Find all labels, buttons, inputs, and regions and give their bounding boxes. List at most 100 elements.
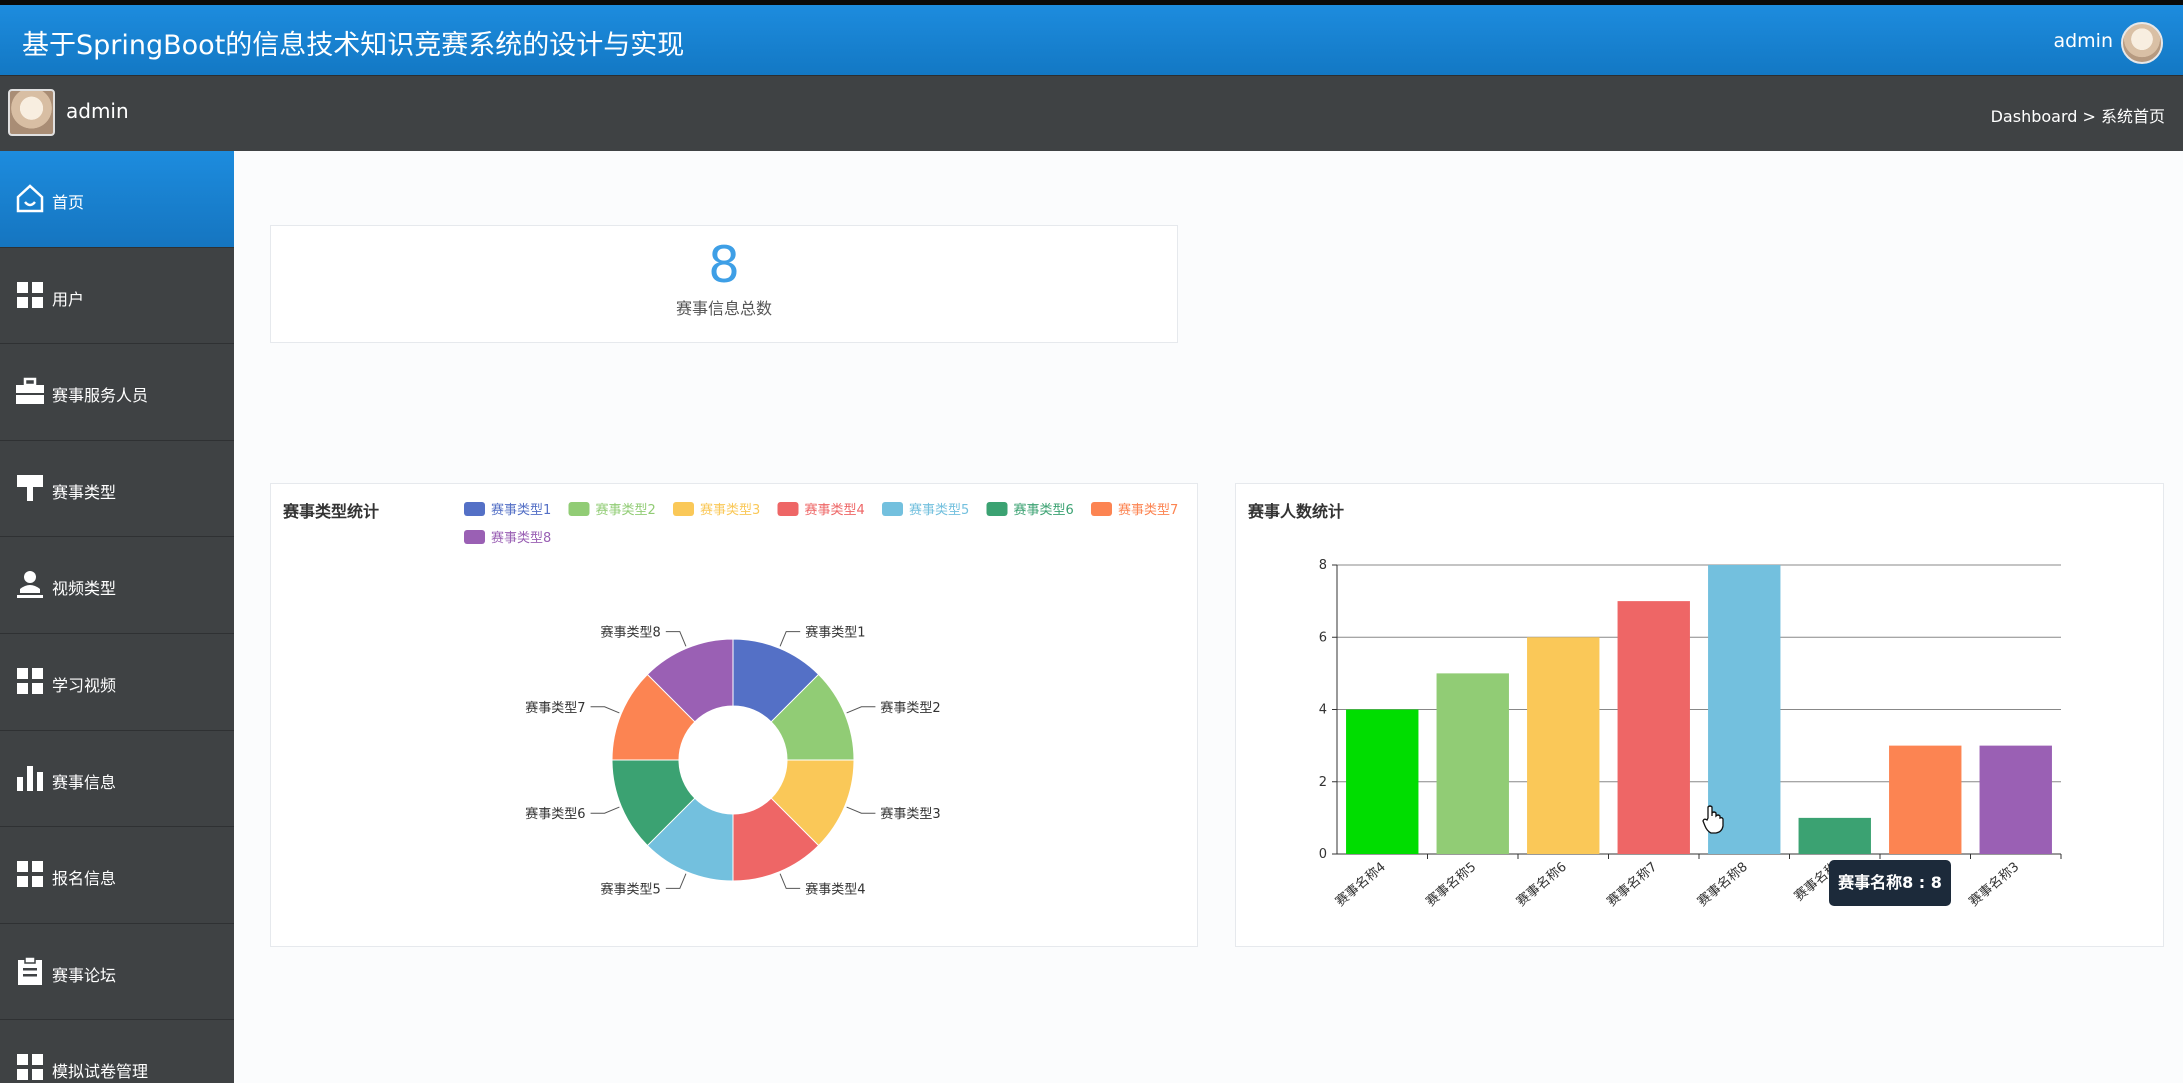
grid-icon <box>17 667 43 694</box>
pie-legend-label: 赛事类型2 <box>596 502 656 518</box>
bar <box>1436 673 1509 854</box>
sub-header: admin Dashboard > 系统首页 <box>0 75 2183 151</box>
sidebar-item-home[interactable]: 首页 <box>0 151 234 248</box>
bar-chart-icon <box>17 765 43 791</box>
sidebar-item-mock-exam[interactable]: 模拟试卷管理 <box>0 1020 234 1083</box>
header-avatar[interactable] <box>2121 22 2163 64</box>
sidebar-item-label: 首页 <box>52 193 85 212</box>
bar-chart: 02468赛事名称4 赛事名称5 赛事名称6 赛事名称7 赛事名称8 赛事名称 赛事名称3 <box>1319 558 2062 910</box>
pie-slice-label: 赛事类型3 <box>880 806 940 822</box>
sidebar-item-users[interactable]: 用户 <box>0 248 234 345</box>
pie-legend-swatch <box>568 502 590 516</box>
pie-chart-panel: 赛事类型统计 赛事类型1 赛事类型2 赛事类型3 赛事类型4 赛事类型5 赛事类型6 赛事类… <box>270 483 1198 947</box>
pie-legend-label: 赛事类型1 <box>491 502 551 518</box>
bar-x-tick-label: 赛事名称8 <box>1694 859 1750 910</box>
sidebar-avatar <box>8 89 55 136</box>
pie-slice-label: 赛事类型7 <box>525 700 585 716</box>
stat-card: 8 赛事信息总数 <box>270 225 1178 343</box>
bar <box>1798 817 1871 854</box>
pie-legend-label: 赛事类型7 <box>1118 502 1178 518</box>
bar-y-tick-label: 8 <box>1319 558 1327 573</box>
pie-slice-label: 赛事类型4 <box>805 881 865 897</box>
pie-legend-swatch <box>464 502 485 516</box>
pie-legend-item: 赛事类型3 <box>673 502 760 518</box>
pie-chart: 赛事类型1 赛事类型2 赛事类型3 赛事类型4 赛事类型5 赛事类型6 赛事类型7 赛事类型8… <box>464 502 1178 897</box>
pie-legend-item: 赛事类型6 <box>986 502 1074 518</box>
sidebar-item-label: 赛事服务人员 <box>52 386 149 406</box>
pie-legend-item: 赛事类型5 <box>882 502 969 518</box>
pie-slice-label: 赛事类型5 <box>601 881 661 897</box>
sidebar-item-event-types[interactable]: 赛事类型 <box>0 441 234 538</box>
pie-legend-item: 赛事类型2 <box>568 502 656 518</box>
sidebar-item-video-types[interactable]: 视频类型 <box>0 537 234 634</box>
sidebar-item-staff[interactable]: 赛事服务人员 <box>0 344 234 441</box>
sidebar-item-label: 模拟试卷管理 <box>52 1062 149 1082</box>
pie-legend-item: 赛事类型4 <box>777 502 865 518</box>
pie-legend-swatch <box>986 502 1008 516</box>
sidebar: 首页 用户 赛事服务人员 赛事类型 视频类型 学习视频 赛事信息 报名信息 赛事… <box>0 151 234 1083</box>
pie-legend-swatch <box>1091 502 1112 516</box>
pie-legend-label: 赛事类型3 <box>700 502 760 518</box>
bar-x-tick-label: 赛事名称3 <box>1966 859 2022 910</box>
sidebar-item-label: 赛事论坛 <box>52 965 117 985</box>
pie-legend-swatch <box>673 502 694 516</box>
pie-legend-label: 赛事类型4 <box>805 502 865 518</box>
pie-label-line <box>779 631 801 647</box>
sidebar-item-label: 赛事信息 <box>52 772 117 792</box>
pie-legend-label: 赛事类型8 <box>491 530 551 546</box>
sidebar-item-label: 赛事类型 <box>52 482 117 502</box>
pie-legend-item: 赛事类型7 <box>1091 502 1178 518</box>
bar-x-tick-label: 赛事名称7 <box>1604 859 1660 910</box>
bar-x-tick-label: 赛事名称4 <box>1332 859 1388 910</box>
stat-value: 8 <box>708 236 740 294</box>
bar-chart-title: 赛事人数统计 <box>1248 502 1345 521</box>
bar <box>1346 709 1419 854</box>
pie-slice-label: 赛事类型8 <box>601 625 661 641</box>
briefcase-icon <box>16 377 44 405</box>
sidebar-username: admin <box>66 99 129 123</box>
grid-icon <box>17 861 43 888</box>
pie-legend-swatch <box>464 530 485 544</box>
home-icon <box>16 184 44 213</box>
pie-label-line <box>665 631 687 647</box>
bar-x-tick-label: 赛事名称5 <box>1423 859 1479 910</box>
bar <box>1979 745 2052 854</box>
pie-label-line <box>846 806 876 814</box>
app-title: 基于SpringBoot的信息技术知识竞赛系统的设计与实现 <box>22 30 685 61</box>
pie-legend-item: 赛事类型1 <box>464 502 551 518</box>
sidebar-item-label: 报名信息 <box>52 869 117 889</box>
pie-label-line <box>590 806 620 814</box>
sidebar-item-label: 视频类型 <box>52 579 117 599</box>
sidebar-item-registration[interactable]: 报名信息 <box>0 827 234 924</box>
pie-slice-label: 赛事类型1 <box>805 625 865 641</box>
pie-legend-item: 赛事类型8 <box>464 530 551 546</box>
stat-label: 赛事信息总数 <box>675 299 772 318</box>
bar-y-tick-label: 6 <box>1319 630 1327 645</box>
bar-y-tick-label: 2 <box>1319 775 1327 790</box>
pie-legend-label: 赛事类型5 <box>909 502 969 518</box>
pie-legend-label: 赛事类型6 <box>1014 502 1074 518</box>
pie-slice-label: 赛事类型6 <box>525 806 585 822</box>
bar <box>1527 637 1600 854</box>
brush-icon <box>17 474 43 501</box>
pie-slice-label: 赛事类型2 <box>880 700 940 716</box>
bar-y-tick-label: 4 <box>1319 703 1327 718</box>
pie-label-line <box>846 706 876 714</box>
pie-label-line <box>590 706 620 714</box>
top-header: 基于SpringBoot的信息技术知识竞赛系统的设计与实现 admin <box>0 0 2183 75</box>
sidebar-item-event-info[interactable]: 赛事信息 <box>0 731 234 828</box>
sidebar-item-label: 学习视频 <box>52 675 117 695</box>
sidebar-item-videos[interactable]: 学习视频 <box>0 634 234 731</box>
pie-legend-swatch <box>882 502 903 516</box>
pie-label-line <box>665 873 687 889</box>
bar-chart-panel: 赛事人数统计 0 2 4 6 8 赛事名称4 赛事名称5 赛事名称6 赛事名称7 赛事名称8 赛事名… <box>1235 483 2164 947</box>
header-username[interactable]: admin <box>2053 30 2113 52</box>
grid-icon <box>17 281 43 308</box>
grid-icon <box>17 1054 43 1081</box>
breadcrumb: Dashboard > 系统首页 <box>1990 107 2165 126</box>
bar-y-tick-label: 0 <box>1319 847 1327 862</box>
sidebar-item-label: 用户 <box>52 289 85 309</box>
bar <box>1617 601 1690 854</box>
person-icon <box>17 571 43 599</box>
sidebar-item-forum[interactable]: 赛事论坛 <box>0 924 234 1021</box>
